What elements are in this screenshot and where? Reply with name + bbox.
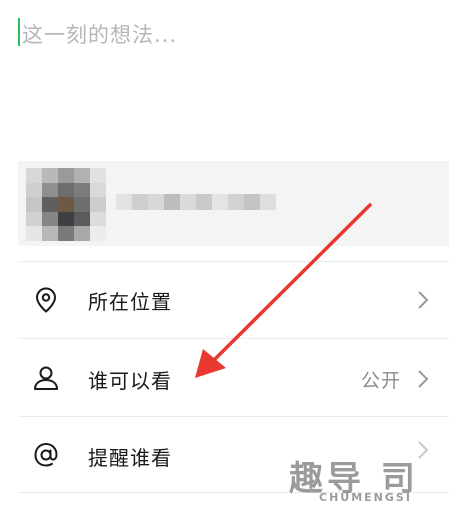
thumbnail-image	[26, 168, 106, 241]
thumbnail-pixel	[74, 226, 90, 241]
chevron-right-icon	[418, 291, 429, 309]
blurred-text-block	[132, 194, 148, 210]
text-caret	[18, 18, 20, 46]
thumbnail-pixel	[26, 168, 42, 183]
divider	[18, 416, 449, 417]
option-visibility[interactable]: 谁可以看 公开	[18, 342, 449, 414]
blurred-text-block	[164, 194, 180, 210]
option-location[interactable]: 所在位置	[18, 264, 449, 336]
thumbnail-pixel	[26, 197, 42, 212]
thumbnail-pixel	[42, 226, 58, 241]
blurred-text-block	[148, 194, 164, 210]
option-label: 谁可以看	[88, 369, 172, 393]
compose-input[interactable]: 这一刻的想法...	[18, 14, 448, 54]
thumbnail-pixel	[42, 168, 58, 183]
thumbnail-pixel	[58, 211, 74, 227]
blurred-title	[116, 194, 276, 210]
thumbnail-pixel	[58, 182, 74, 198]
blurred-text-block	[228, 194, 244, 210]
option-label: 所在位置	[88, 290, 172, 314]
thumbnail-pixel	[90, 226, 106, 241]
option-value: 公开	[360, 370, 401, 392]
thumbnail-pixel	[74, 182, 90, 198]
thumbnail-pixel	[74, 211, 90, 227]
blurred-text-block	[116, 194, 132, 210]
thumbnail-pixel	[42, 211, 58, 227]
location-pin-icon	[35, 287, 57, 313]
thumbnail-pixel	[74, 197, 90, 212]
thumbnail-pixel	[42, 182, 58, 198]
thumbnail-pixel	[58, 168, 74, 183]
divider	[18, 261, 449, 262]
at-icon	[34, 442, 58, 467]
thumbnail-pixel	[90, 197, 106, 212]
blurred-text-block	[244, 194, 260, 210]
thumbnail-pixel	[58, 197, 74, 212]
thumbnail-pixel	[90, 168, 106, 183]
thumbnail-pixel	[26, 226, 42, 241]
thumbnail-pixel	[42, 197, 58, 212]
option-label: 提醒谁看	[88, 446, 172, 470]
blurred-text-block	[180, 194, 196, 210]
blurred-text-block	[260, 194, 276, 210]
user-icon	[34, 366, 58, 390]
thumbnail-pixel	[74, 168, 90, 183]
attachment-preview[interactable]	[18, 161, 449, 246]
watermark-subtext: CHUMENGSI	[319, 491, 412, 504]
thumbnail-pixel	[26, 182, 42, 198]
thumbnail-pixel	[26, 211, 42, 227]
thumbnail-pixel	[58, 226, 74, 241]
compose-placeholder: 这一刻的想法...	[22, 23, 178, 47]
blurred-text-block	[196, 194, 212, 210]
chevron-right-icon	[418, 370, 429, 388]
thumbnail-pixel	[90, 211, 106, 227]
watermark-logo: 趣导 司 CHUMENGSI	[289, 451, 457, 509]
blurred-text-block	[212, 194, 228, 210]
thumbnail-pixel	[90, 182, 106, 198]
divider	[18, 338, 449, 339]
